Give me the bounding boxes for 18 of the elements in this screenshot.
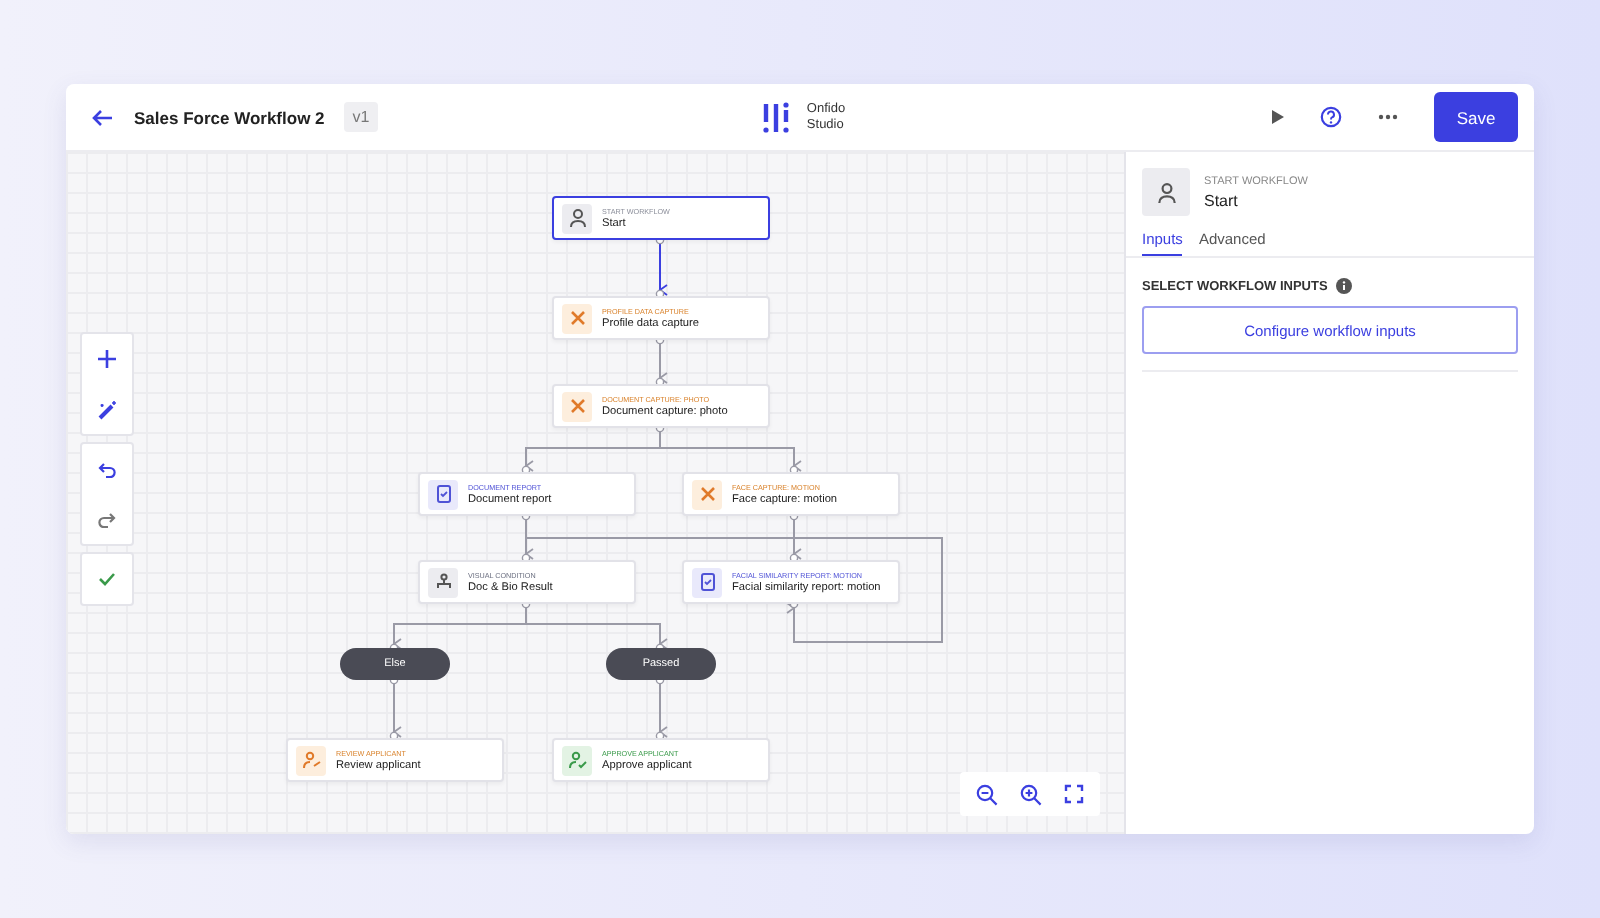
connector-arrow: [659, 243, 668, 296]
connector-arrow: [393, 683, 402, 738]
person-icon: [1155, 181, 1177, 203]
workflow-title: Sales Force Workflow 2: [134, 107, 325, 127]
panel-title: Start: [1204, 191, 1240, 209]
play-icon[interactable]: [1272, 110, 1284, 124]
connector-arrow: [659, 343, 668, 384]
connector-arrow: [659, 683, 668, 738]
save-button[interactable]: Save: [1434, 92, 1518, 142]
logo-icon: [762, 101, 791, 133]
info-icon: [1335, 278, 1352, 294]
zoom-in-icon[interactable]: [1016, 780, 1044, 808]
more-icon[interactable]: [1378, 114, 1398, 120]
fullscreen-icon[interactable]: [1060, 780, 1088, 808]
zoom-out-icon[interactable]: [972, 780, 1000, 808]
back-icon[interactable]: [90, 107, 114, 127]
version-badge: v1: [344, 102, 378, 132]
help-icon[interactable]: [1320, 106, 1342, 128]
